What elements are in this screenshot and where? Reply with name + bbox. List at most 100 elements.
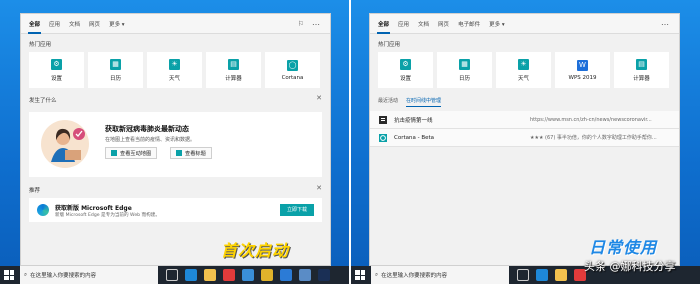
tab-web[interactable]: 网页 (438, 20, 449, 28)
recent-item-desc: ★★★ (67) 事半功倍，你的个人数字助理工作助手帮你... (530, 135, 657, 141)
taskbar-search-box[interactable]: ⌕ 在这里输入你要搜索的内容 (371, 266, 509, 284)
taskbar-apps (517, 269, 586, 281)
recent-item-title: Cortana - Beta (394, 134, 435, 141)
app-label: 计算器 (633, 75, 650, 82)
view-headlines-label: 查看标题 (185, 150, 206, 157)
view-headlines-button[interactable]: 查看标题 (170, 147, 212, 159)
first-launch-banner: 首次启动 (221, 241, 290, 260)
app-tile-settings[interactable]: ⚙ 设置 (378, 52, 433, 88)
app-tile-calculator[interactable]: ▤ 计算器 (614, 52, 669, 88)
file-explorer-icon[interactable] (204, 269, 216, 281)
screen-divider (349, 0, 351, 284)
calendar-icon: ▦ (110, 58, 121, 70)
watermark: 头条 @娜科技分享 (584, 260, 676, 273)
tab-apps[interactable]: 应用 (49, 20, 60, 28)
tab-more[interactable]: 更多 ▾ (489, 20, 505, 28)
daily-use-banner: 日常使用 (589, 238, 658, 257)
person-laptop-illustration (41, 120, 89, 168)
photos-icon[interactable] (299, 269, 311, 281)
app-label: 天气 (517, 75, 529, 82)
task-view-icon[interactable] (517, 269, 529, 281)
hot-apps-row: ⚙ 设置 ▦ 日历 ☀ 天气 W WPS 2019 ▤ 计算器 (370, 52, 679, 88)
search-icon: ⌕ (375, 271, 379, 278)
windows-start-icon[interactable] (355, 270, 365, 280)
recent-item[interactable]: 抗击疫情第一线 https://www.msn.cn/zh-cn/news/ne… (370, 111, 679, 129)
tab-documents[interactable]: 文档 (418, 20, 429, 28)
app-tile-wps[interactable]: W WPS 2019 (555, 52, 610, 88)
cortana-icon: ◯ (287, 59, 298, 71)
tab-all[interactable]: 全部 (376, 20, 391, 34)
recent-item[interactable]: Cortana - Beta ★★★ (67) 事半功倍，你的个人数字助理工作助… (370, 129, 679, 147)
recent-item-title: 抗击疫情第一线 (394, 117, 433, 124)
tab-web[interactable]: 网页 (89, 20, 100, 28)
download-now-button[interactable]: 立即下载 (280, 204, 314, 216)
tab-email[interactable]: 电子邮件 (458, 20, 480, 28)
edge-recommend-desc: 新版 Microsoft Edge 是专为当前的 Web 而构建。 (55, 213, 160, 218)
app-tile-calendar[interactable]: ▦ 日历 (437, 52, 492, 88)
app-tile-weather[interactable]: ☀ 天气 (496, 52, 551, 88)
app-label: 日历 (458, 75, 470, 82)
store-icon[interactable] (242, 269, 254, 281)
search-icon: ⌕ (24, 271, 28, 278)
recent-activity-title: 最近活动 在时间线中管理 (370, 88, 679, 108)
document-icon (379, 115, 387, 124)
more-options-icon[interactable]: … (661, 18, 669, 27)
edge-icon[interactable] (536, 269, 548, 281)
file-explorer-icon[interactable] (555, 269, 567, 281)
cortana-icon (379, 133, 387, 142)
gear-icon: ⚙ (51, 58, 62, 70)
chrome-icon[interactable] (261, 269, 273, 281)
task-view-icon[interactable] (166, 269, 178, 281)
news-title: 获取新冠病毒肺炎最新动态 (105, 125, 189, 133)
search-placeholder: 在这里输入你要搜索的内容 (381, 273, 448, 279)
tab-apps[interactable]: 应用 (398, 20, 409, 28)
app-label: 天气 (168, 75, 180, 82)
search-tabs: 全部 应用 文档 网页 电子邮件 更多 ▾ (370, 14, 679, 34)
close-icon[interactable]: ✕ (316, 94, 322, 102)
app-label: 计算器 (225, 75, 242, 82)
app-tile-calendar[interactable]: ▦ 日历 (88, 52, 143, 88)
taskbar-search-box[interactable]: ⌕ 在这里输入你要搜索的内容 (20, 266, 158, 284)
word-icon[interactable] (280, 269, 292, 281)
tab-documents[interactable]: 文档 (69, 20, 80, 28)
weather-icon: ☀ (169, 58, 180, 70)
app-label: Cortana (281, 74, 304, 81)
edge-icon[interactable] (185, 269, 197, 281)
recent-item-url: https://www.msn.cn/zh-cn/news/newscorona… (530, 116, 652, 123)
app-tile-cortana[interactable]: ◯ Cortana (265, 52, 320, 88)
search-panel-first-launch: 全部 应用 文档 网页 更多 ▾ ⚐ … 热门应用 ⚙ 设置 ▦ 日历 ☀ 天气… (20, 13, 331, 266)
calculator-icon: ▤ (228, 58, 239, 70)
news-section-label: 发生了什么 (29, 98, 57, 104)
view-map-button[interactable]: 查看互动地图 (105, 147, 158, 159)
calendar-icon: ▦ (459, 58, 470, 70)
news-card: 获取新冠病毒肺炎最新动态 在地图上查看当前的疫情、资讯和数据。 查看互动地图 查… (29, 112, 322, 177)
recommend-section-title: 推荐 ✕ (21, 177, 330, 198)
wps-icon: W (577, 59, 588, 71)
gear-icon: ⚙ (400, 58, 411, 70)
taskbar-left: ⌕ 在这里输入你要搜索的内容 (0, 266, 349, 284)
app-label: 设置 (399, 75, 411, 82)
app-tile-calculator[interactable]: ▤ 计算器 (206, 52, 261, 88)
edge-icon (37, 204, 49, 216)
tab-all[interactable]: 全部 (27, 20, 42, 34)
view-map-label: 查看互动地图 (120, 150, 152, 157)
close-icon[interactable]: ✕ (316, 184, 322, 192)
hot-apps-title: 热门应用 (29, 42, 52, 48)
recent-activity-label: 最近活动 (378, 98, 399, 104)
app-tile-weather[interactable]: ☀ 天气 (147, 52, 202, 88)
app-label: 设置 (50, 75, 62, 82)
hot-apps-row: ⚙ 设置 ▦ 日历 ☀ 天气 ▤ 计算器 ◯ Cortana (21, 52, 330, 88)
search-placeholder: 在这里输入你要搜索的内容 (30, 273, 97, 279)
photoshop-icon[interactable] (318, 269, 330, 281)
more-options-icon[interactable]: … (312, 18, 320, 27)
tab-more[interactable]: 更多 ▾ (109, 20, 125, 28)
calculator-icon: ▤ (636, 58, 647, 70)
hot-apps-title: 热门应用 (378, 42, 401, 48)
app-tile-settings[interactable]: ⚙ 设置 (29, 52, 84, 88)
recommend-label: 推荐 (29, 188, 41, 194)
manage-timeline-link[interactable]: 在时间线中管理 (406, 97, 442, 107)
recent-subtabs: 最近活动 在时间线中管理 (378, 97, 671, 107)
mail-icon[interactable] (223, 269, 235, 281)
feedback-icon[interactable]: ⚐ (298, 20, 304, 28)
windows-start-icon[interactable] (4, 270, 14, 280)
